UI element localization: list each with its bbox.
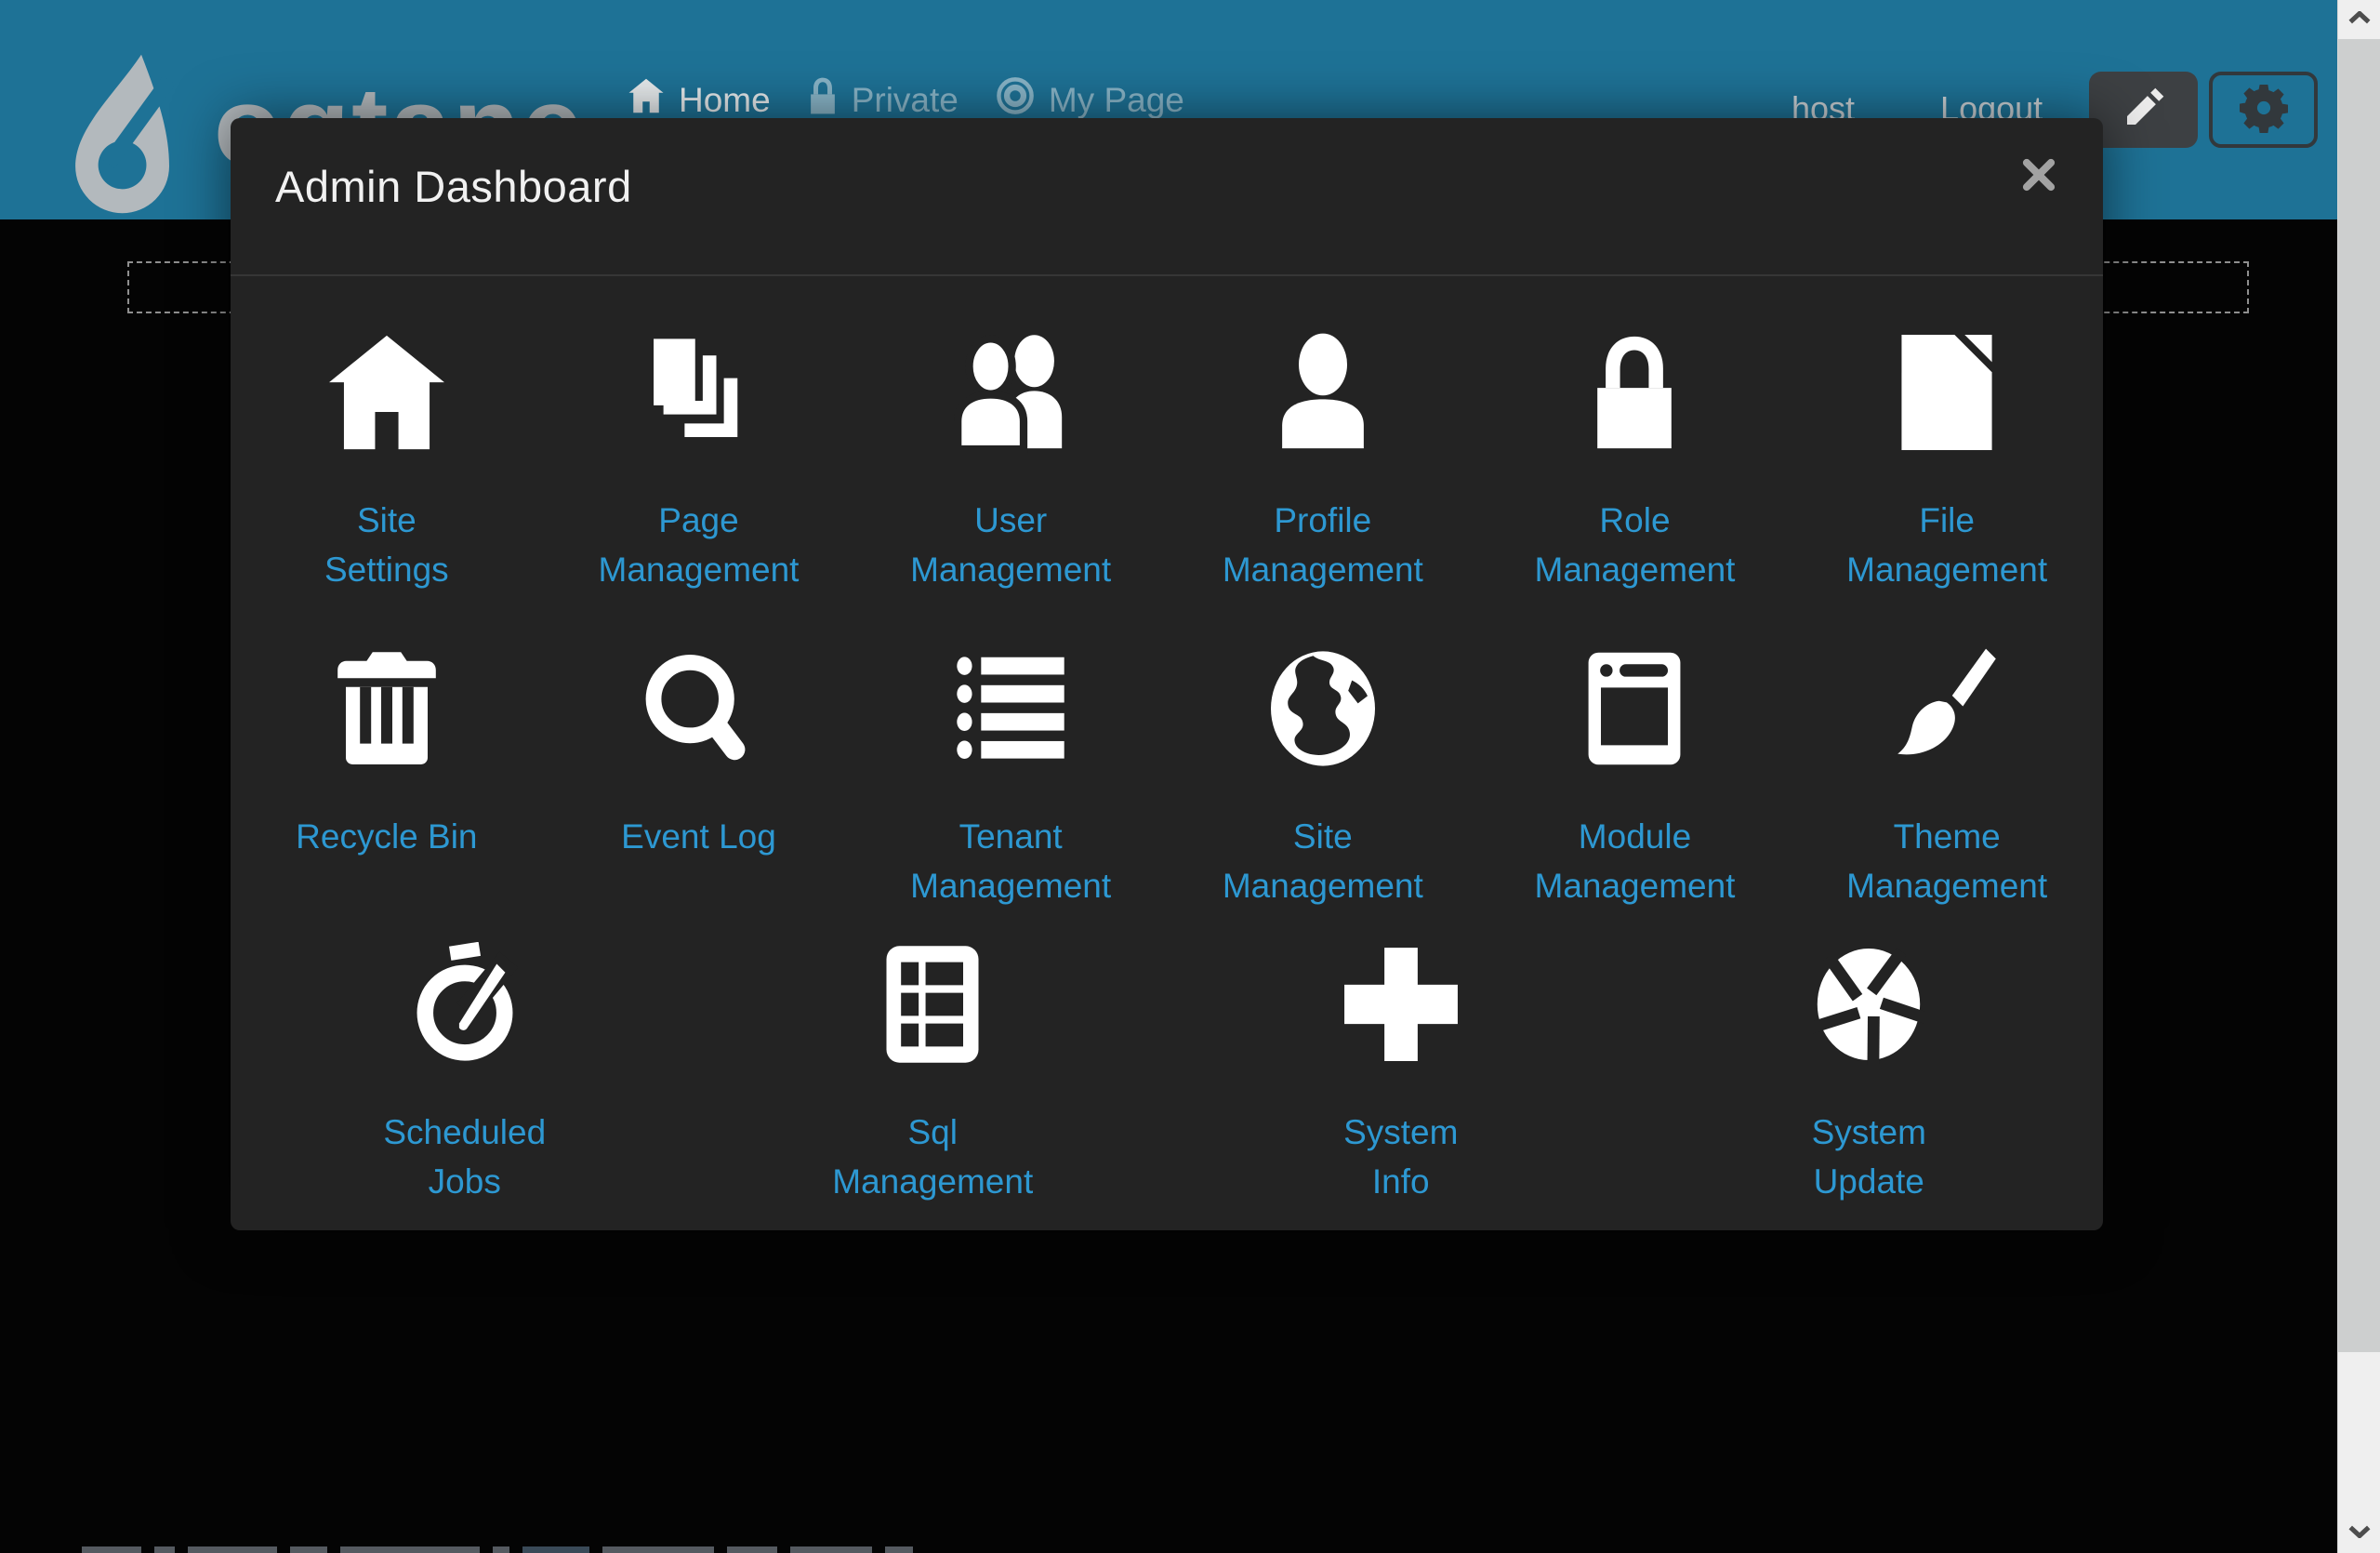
tile-site-settings: Site Settings	[231, 330, 543, 594]
edit-mode-button[interactable]	[2089, 72, 2198, 148]
tile-link[interactable]: Event Log	[621, 812, 776, 910]
tile-link[interactable]: Role Management	[1535, 496, 1736, 594]
vertical-scrollbar[interactable]	[2337, 0, 2380, 1553]
browser-icon	[1583, 646, 1686, 771]
cross-icon	[1341, 942, 1461, 1067]
home-icon	[628, 77, 665, 123]
dashboard-tile-grid: Site Settings Page Management	[231, 330, 2103, 910]
tile-link[interactable]: Profile Management	[1223, 496, 1423, 594]
nav-label: Home	[679, 81, 771, 120]
tile-event-log: Event Log	[543, 646, 855, 910]
tile-module-management: Module Management	[1479, 646, 1792, 910]
tile-link[interactable]: File Management	[1846, 496, 2047, 594]
file-icon	[1892, 330, 2002, 455]
tile-system-info: System Info	[1167, 942, 1635, 1206]
pages-icon	[638, 330, 759, 455]
settings-button[interactable]	[2209, 72, 2318, 148]
aperture-icon	[1813, 942, 1924, 1067]
tile-sql-management: Sql Management	[699, 942, 1168, 1206]
nav-item-home[interactable]: Home	[628, 77, 771, 123]
clipped-footer-text	[82, 1546, 1123, 1553]
gear-icon	[2239, 83, 2289, 138]
list-icon	[949, 646, 1072, 771]
target-icon	[996, 76, 1035, 124]
scrollbar-thumb[interactable]	[2338, 39, 2380, 1352]
nav-item-private[interactable]: Private	[808, 76, 959, 124]
tile-link[interactable]: User Management	[910, 496, 1111, 594]
tile-theme-management: Theme Management	[1791, 646, 2103, 910]
tile-scheduled-jobs: Scheduled Jobs	[231, 942, 699, 1206]
nav-label: Private	[852, 81, 959, 120]
tile-role-management: Role Management	[1479, 330, 1792, 594]
tile-site-management: Site Management	[1167, 646, 1479, 910]
main-nav: Home Private My Page	[628, 76, 1184, 124]
tile-system-update: System Update	[1635, 942, 2104, 1206]
scroll-down-button[interactable]	[2338, 1514, 2380, 1553]
chevron-down-icon	[2348, 1525, 2371, 1543]
globe-icon	[1267, 646, 1379, 771]
dashboard-tile-grid-row3: Scheduled Jobs Sql Management	[231, 942, 2103, 1206]
magnifier-icon	[639, 646, 758, 771]
lock-icon	[1589, 330, 1680, 455]
tile-link[interactable]: System Update	[1812, 1108, 1926, 1206]
tile-link[interactable]: Tenant Management	[910, 812, 1111, 910]
trash-icon	[333, 646, 441, 771]
tile-file-management: File Management	[1791, 330, 2103, 594]
tile-link[interactable]: Scheduled Jobs	[383, 1108, 546, 1206]
modal-title: Admin Dashboard	[275, 161, 2058, 212]
lock-icon	[808, 76, 838, 124]
chevron-up-icon	[2348, 11, 2371, 29]
tile-link[interactable]: Site Management	[1223, 812, 1423, 910]
modal-header: Admin Dashboard	[231, 118, 2103, 276]
user-icon	[1263, 330, 1383, 455]
tile-link[interactable]: System Info	[1343, 1108, 1458, 1206]
nav-label: My Page	[1049, 81, 1184, 120]
admin-dashboard-modal: Admin Dashboard Site Settings	[231, 118, 2103, 1230]
tile-profile-management: Profile Management	[1167, 330, 1479, 594]
pencil-icon	[2122, 86, 2166, 135]
close-button[interactable]	[2017, 155, 2060, 198]
users-icon	[945, 330, 1076, 455]
tile-tenant-management: Tenant Management	[854, 646, 1167, 910]
tile-link[interactable]: Site Settings	[324, 496, 449, 594]
tile-link[interactable]: Theme Management	[1846, 812, 2047, 910]
tile-link[interactable]: Page Management	[599, 496, 800, 594]
home-icon	[324, 330, 449, 455]
scroll-up-button[interactable]	[2338, 0, 2380, 39]
tile-user-management: User Management	[854, 330, 1167, 594]
tile-link[interactable]: Recycle Bin	[296, 812, 477, 910]
nav-item-my-page[interactable]: My Page	[996, 76, 1184, 124]
close-icon	[2021, 157, 2056, 197]
spreadsheet-icon	[881, 942, 984, 1067]
tile-page-management: Page Management	[543, 330, 855, 594]
tile-link[interactable]: Sql Management	[832, 1108, 1033, 1206]
tile-recycle-bin: Recycle Bin	[231, 646, 543, 910]
timer-icon	[408, 942, 522, 1067]
brush-icon	[1885, 646, 2008, 771]
droplet-logo-icon	[58, 54, 197, 219]
tile-link[interactable]: Module Management	[1535, 812, 1736, 910]
screen: oqtane Home Private	[0, 0, 2380, 1553]
